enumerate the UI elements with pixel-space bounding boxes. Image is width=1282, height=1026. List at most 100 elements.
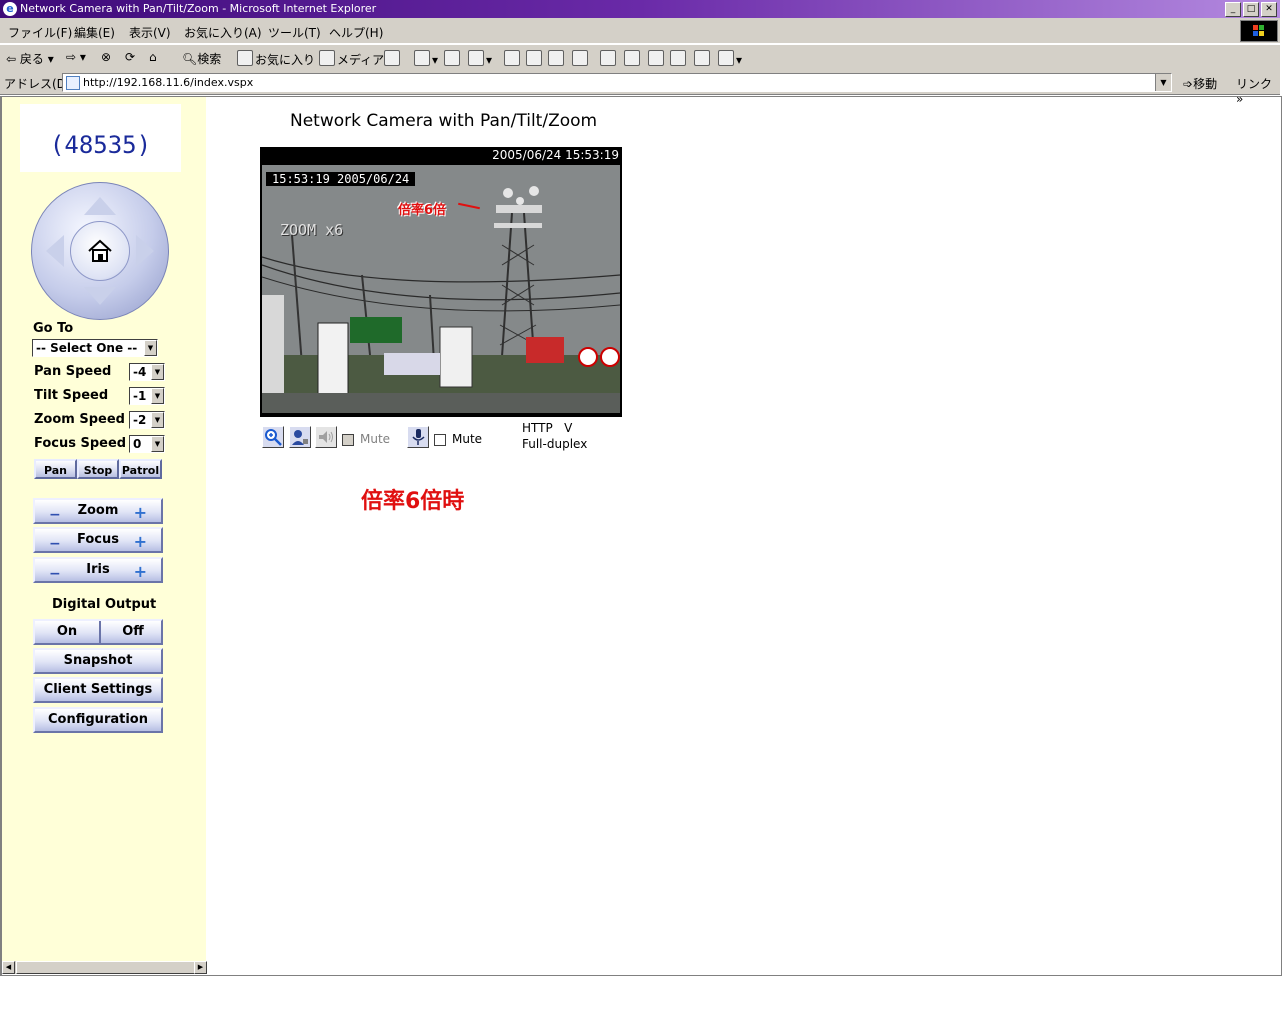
forward-button[interactable]: ⇨ ▾ — [66, 50, 86, 64]
configuration-button[interactable]: Configuration — [33, 707, 163, 733]
menu-edit[interactable]: 編集(E) — [74, 24, 115, 41]
mail-icon[interactable]: ▾ — [414, 50, 438, 67]
focus-speed-select[interactable]: 0 ▼ — [129, 435, 165, 453]
output-off-button[interactable]: Off — [99, 621, 165, 643]
discuss-icon[interactable] — [504, 50, 522, 67]
address-dropdown-icon[interactable]: ▼ — [1155, 74, 1171, 91]
favorites-label: お気に入り — [255, 53, 316, 67]
microphone-button[interactable] — [407, 426, 429, 448]
osd-zoom-level: ZOOM x6 — [280, 221, 344, 239]
minimize-button[interactable]: _ — [1225, 2, 1241, 17]
audio-button[interactable] — [315, 426, 337, 448]
window-title-bar: e Network Camera with Pan/Tilt/Zoom - Mi… — [0, 0, 1280, 18]
focus-near-button[interactable]: − — [49, 533, 61, 555]
menu-help[interactable]: ヘルプ(H) — [329, 24, 383, 41]
scroll-left-arrow-icon[interactable]: ◀ — [2, 961, 15, 974]
history-icon[interactable] — [384, 50, 402, 67]
protocol-mode: HTTP V — [522, 421, 573, 435]
iris-open-button[interactable]: + — [134, 561, 147, 583]
tilt-speed-select[interactable]: -1 ▼ — [129, 387, 165, 405]
zoom-out-button[interactable]: − — [49, 504, 61, 526]
go-button[interactable]: ➩移動 — [1183, 75, 1217, 92]
tilt-up-arrow-icon[interactable] — [84, 197, 116, 215]
protocol-info: HTTP V Full-duplex — [522, 420, 587, 452]
menu-file[interactable]: ファイル(F) — [8, 24, 72, 41]
back-arrow-icon: ⇦ — [6, 52, 17, 66]
snapshot-button[interactable]: Snapshot — [33, 648, 163, 674]
focus-control: − Focus + — [33, 527, 163, 553]
address-input[interactable]: http://192.168.11.6/index.vspx ▼ — [62, 73, 1172, 92]
favorites-button[interactable]: お気に入り — [237, 50, 315, 68]
tool-icon[interactable] — [624, 50, 642, 67]
mute-speaker-checkbox[interactable] — [342, 434, 354, 446]
sidebar-horizontal-scrollbar[interactable]: ◀ ▶ — [2, 961, 207, 974]
address-bar: アドレス(D) http://192.168.11.6/index.vspx ▼… — [0, 71, 1280, 106]
refresh-icon[interactable]: ⟳ — [125, 50, 135, 64]
focus-far-button[interactable]: + — [134, 531, 147, 553]
back-button[interactable]: ⇦ 戻る ▾ — [6, 50, 54, 67]
pan-left-arrow-icon[interactable] — [46, 235, 64, 267]
menu-favorites[interactable]: お気に入り(A) — [184, 24, 262, 41]
zoom-annotation: 倍率6倍 — [398, 203, 447, 218]
mute-mic-checkbox[interactable] — [434, 434, 446, 446]
digital-output-label: Digital Output — [52, 597, 157, 612]
plugin-icon[interactable] — [694, 50, 712, 67]
research-icon[interactable] — [548, 50, 566, 67]
tilt-speed-label: Tilt Speed — [34, 388, 109, 403]
home-position-button[interactable] — [70, 221, 130, 281]
stop-button[interactable]: Stop — [77, 459, 119, 479]
scroll-thumb[interactable] — [16, 961, 196, 974]
chevron-down-icon: ▼ — [151, 436, 164, 452]
iris-close-button[interactable]: − — [49, 563, 61, 585]
camera-video-view[interactable]: 2005/06/24 15:53:19 15:53:19 2005/06/24 … — [260, 147, 622, 417]
scroll-right-arrow-icon[interactable]: ▶ — [194, 961, 207, 974]
calculator-icon[interactable] — [600, 50, 618, 67]
tilt-down-arrow-icon[interactable] — [84, 287, 116, 305]
window-title: Network Camera with Pan/Tilt/Zoom - Micr… — [20, 2, 377, 15]
pen-icon[interactable] — [648, 50, 666, 67]
output-on-button[interactable]: On — [35, 621, 99, 643]
pan-speed-select[interactable]: -4 ▼ — [129, 363, 165, 381]
goto-select[interactable]: -- Select One -- ▼ — [32, 339, 158, 357]
page-title: Network Camera with Pan/Tilt/Zoom — [290, 111, 598, 131]
stop-icon[interactable]: ⊗ — [101, 50, 111, 64]
zoom-label: Zoom — [77, 503, 119, 518]
home-icon[interactable]: ⌂ — [149, 50, 157, 64]
search-label: 検索 — [197, 52, 222, 66]
zoom-speed-select[interactable]: -2 ▼ — [129, 411, 165, 429]
menu-view[interactable]: 表示(V) — [129, 24, 171, 41]
mobile-icon[interactable] — [572, 50, 590, 67]
chevron-down-icon: ▼ — [144, 340, 157, 356]
client-settings-button[interactable]: Client Settings — [33, 677, 163, 703]
header-timestamp: 2005/06/24 15:53:19 — [492, 148, 619, 162]
go-label: 移動 — [1193, 77, 1218, 91]
talk-button[interactable] — [289, 426, 311, 448]
links-label: リンク — [1236, 77, 1273, 91]
menu-tools[interactable]: ツール(T) — [268, 24, 321, 41]
favorites-icon — [237, 50, 253, 66]
zoom-in-button[interactable]: + — [134, 502, 147, 524]
pan-speed-label: Pan Speed — [34, 364, 112, 379]
forward-arrow-icon: ⇨ — [66, 50, 77, 64]
media-button[interactable]: メディア — [319, 50, 384, 68]
home-icon — [88, 239, 112, 262]
digital-output-buttons: On Off — [33, 619, 163, 645]
edit-icon[interactable]: ▾ — [468, 50, 492, 67]
patrol-button[interactable]: Patrol — [119, 459, 162, 479]
messenger-icon[interactable] — [526, 50, 544, 67]
zoom-view-button[interactable] — [262, 426, 284, 448]
globe-icon[interactable] — [670, 50, 688, 67]
windows-logo-icon — [1240, 20, 1278, 42]
close-button[interactable]: ✕ — [1261, 2, 1277, 17]
address-label: アドレス(D) — [4, 77, 71, 91]
search-button[interactable]: 🔍︎検索 — [182, 50, 221, 67]
pan-button[interactable]: Pan — [34, 459, 77, 479]
goto-label: Go To — [33, 321, 74, 336]
ptz-direction-pad[interactable] — [31, 182, 169, 320]
translate-icon[interactable]: ▾ — [718, 50, 742, 67]
print-icon[interactable] — [444, 50, 462, 67]
pan-right-arrow-icon[interactable] — [136, 235, 154, 267]
mute-speaker-label: Mute — [360, 432, 391, 446]
browser-toolbar: ⇦ 戻る ▾ ⇨ ▾ ⊗ ⟳ ⌂ 🔍︎検索 お気に入り メディア ▾ ▾ ▾ — [0, 44, 1280, 72]
maximize-button[interactable]: □ — [1243, 2, 1259, 17]
